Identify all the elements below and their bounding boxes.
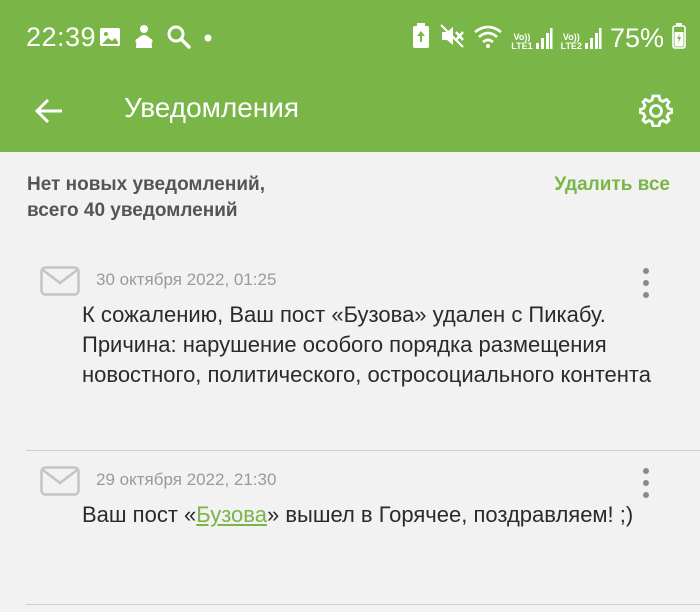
app-bar: Уведомления xyxy=(0,78,700,152)
notification-date: 30 октября 2022, 01:25 xyxy=(96,270,277,289)
delete-all-button[interactable]: Удалить все xyxy=(554,174,670,196)
dot-icon xyxy=(202,31,214,49)
gear-icon xyxy=(639,94,673,127)
summary-line-1: Нет новых уведомлений, xyxy=(27,174,265,195)
person-icon xyxy=(132,24,156,55)
battery-percent: 75% xyxy=(609,23,664,53)
post-link[interactable]: Бузова xyxy=(196,502,267,527)
signal-icon-2: Vo)) LTE2 xyxy=(561,27,602,51)
wifi-icon xyxy=(473,23,503,54)
lte1-label: LTE1 xyxy=(511,40,533,51)
status-right-icons: Vo)) LTE1 Vo)) LTE2 75% xyxy=(411,22,686,55)
battery-saver-icon xyxy=(411,22,431,55)
top-bar: 22:39 Vo)) LTE1 Vo)) LTE2 75% Уведомлени… xyxy=(0,0,700,152)
status-time: 22:39 xyxy=(26,22,97,52)
status-bar: 22:39 Vo)) LTE1 Vo)) LTE2 75% xyxy=(0,0,700,78)
gallery-icon xyxy=(98,25,122,54)
lte2-label: LTE2 xyxy=(560,40,582,51)
notification-text: Ваш пост «Бузова» вышел в Горячее, поздр… xyxy=(82,500,682,530)
page-title: Уведомления xyxy=(124,92,300,123)
more-vert-icon xyxy=(643,268,649,274)
more-options-button[interactable] xyxy=(638,468,654,498)
back-button[interactable] xyxy=(28,90,70,132)
signal-icon-1: Vo)) LTE1 xyxy=(511,27,553,51)
notification-text: К сожалению, Ваш пост «Бузова» удален с … xyxy=(82,302,651,387)
notification-text-before: Ваш пост « xyxy=(82,502,197,527)
more-vert-icon xyxy=(643,468,649,474)
envelope-icon xyxy=(40,266,80,301)
notification-item[interactable]: 30 октября 2022, 01:25 К сожалению, Ваш … xyxy=(0,252,700,450)
notification-date: 29 октября 2022, 21:30 xyxy=(96,470,277,489)
status-left-icons xyxy=(98,24,214,55)
battery-icon xyxy=(672,23,686,54)
divider xyxy=(26,604,700,605)
search-icon xyxy=(166,24,192,55)
more-options-button[interactable] xyxy=(638,268,654,298)
notifications-summary: Нет новых уведомлений, всего 40 уведомле… xyxy=(27,172,265,224)
arrow-back-icon xyxy=(34,98,62,124)
notification-text-after: » вышел в Горячее, поздравляем! ;) xyxy=(266,502,634,527)
divider xyxy=(26,450,700,451)
settings-button[interactable] xyxy=(634,88,678,132)
envelope-icon xyxy=(40,466,80,501)
mute-icon xyxy=(439,23,465,54)
notification-item[interactable]: 29 октября 2022, 21:30 Ваш пост «Бузова»… xyxy=(0,452,700,604)
summary-line-2: всего 40 уведомлений xyxy=(27,200,238,221)
